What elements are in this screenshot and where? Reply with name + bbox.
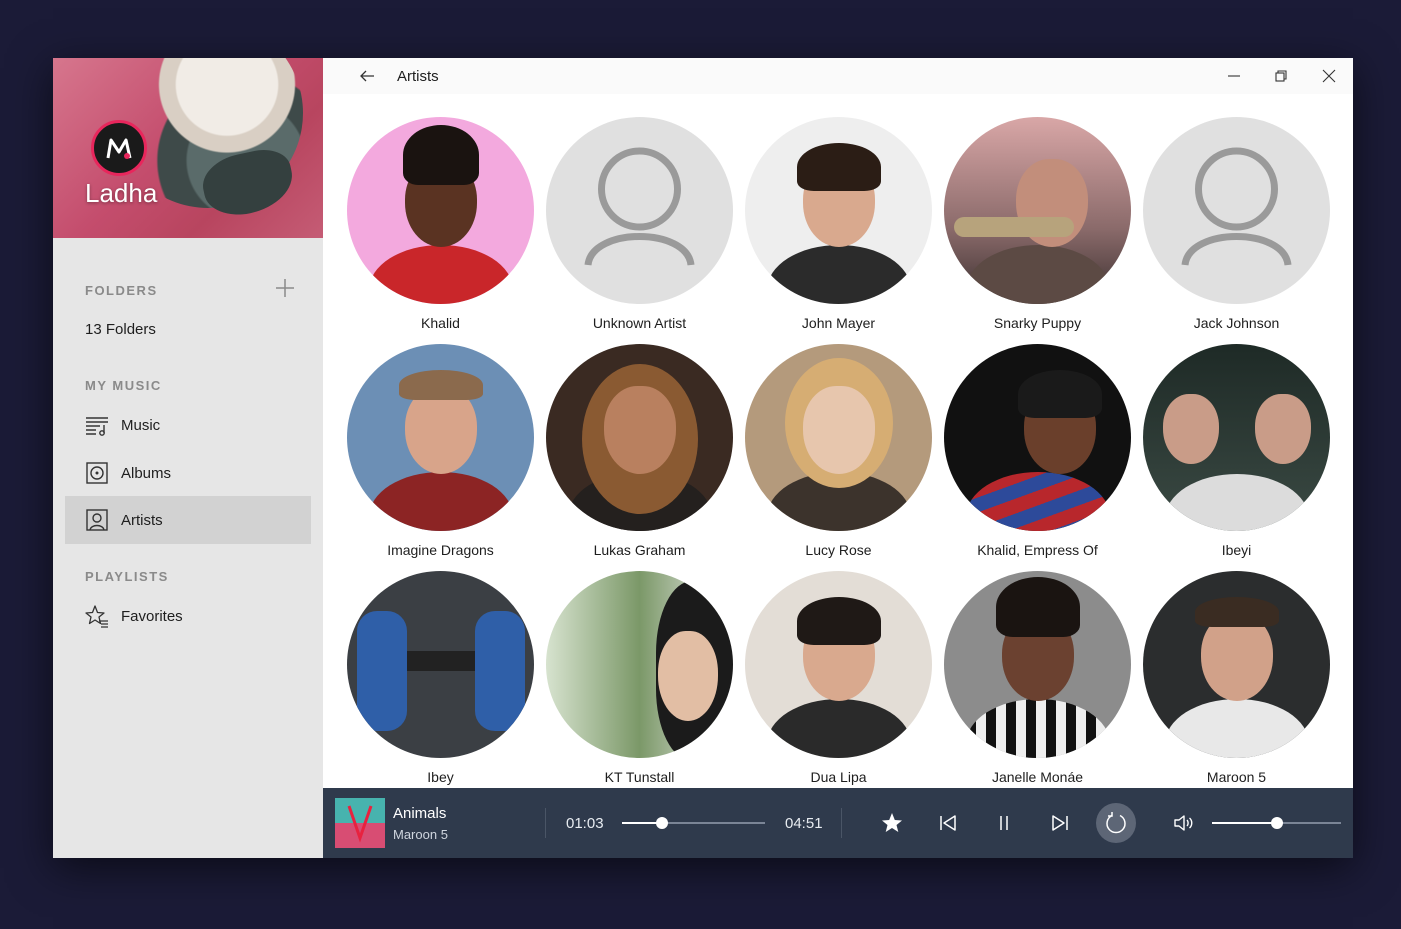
app-logo [91, 120, 147, 176]
album-icon [86, 462, 108, 484]
favorite-button[interactable] [880, 811, 904, 835]
artist-card[interactable]: John Mayer [739, 94, 938, 331]
back-arrow-icon [360, 70, 374, 82]
artist-photo [347, 571, 534, 758]
artist-card[interactable]: Snarky Puppy [938, 94, 1137, 331]
back-button[interactable] [357, 66, 377, 86]
pause-button[interactable] [992, 811, 1016, 835]
artist-icon [86, 509, 108, 531]
artist-photo [944, 344, 1131, 531]
artist-card[interactable]: Ibey [341, 548, 540, 785]
sidebar-item-label: Albums [121, 464, 172, 482]
artist-name: Maroon 5 [1206, 769, 1267, 785]
artist-placeholder [546, 117, 733, 304]
artist-name: Janelle Monáe [991, 769, 1084, 785]
app-title: Ladha [85, 178, 158, 208]
artist-grid: Khalid Unknown Artist John Mayer Snarky … [323, 94, 1353, 788]
artist-photo [745, 117, 932, 304]
my-music-section-label: MY MUSIC [85, 378, 162, 393]
repeat-button[interactable] [1096, 803, 1136, 843]
artist-photo [347, 117, 534, 304]
sidebar-item-label: Favorites [121, 607, 183, 625]
main-panel: Artists Khalid Unknown Artist John Mayer… [323, 58, 1353, 858]
artist-card[interactable]: Maroon 5 [1137, 548, 1336, 785]
add-folder-button[interactable] [275, 278, 295, 298]
volume-icon [1174, 815, 1193, 831]
track-title: Animals [393, 805, 447, 822]
profile-banner: Ladha [53, 58, 323, 238]
folders-section-label: FOLDERS [85, 283, 158, 298]
pause-icon [1000, 816, 1008, 830]
artist-photo [944, 117, 1131, 304]
seek-bar[interactable] [622, 817, 765, 829]
page-title: Artists [397, 68, 439, 85]
title-bar: Artists [323, 58, 1353, 94]
plus-icon [276, 279, 294, 297]
artist-card[interactable]: Janelle Monáe [938, 548, 1137, 785]
sidebar-item-artists[interactable]: Artists [65, 496, 311, 544]
volume-thumb[interactable] [1270, 817, 1283, 829]
music-list-icon [86, 417, 108, 436]
skip-next-icon [1052, 815, 1068, 831]
restore-button[interactable] [1271, 66, 1291, 86]
next-button[interactable] [1048, 811, 1072, 835]
artist-card[interactable]: Khalid, Empress Of [938, 321, 1137, 558]
seek-thumb[interactable] [656, 817, 669, 829]
artist-card[interactable]: Ibeyi [1137, 321, 1336, 558]
artist-photo [745, 571, 932, 758]
artist-photo [347, 344, 534, 531]
artist-photo [1143, 571, 1330, 758]
close-icon [1322, 69, 1336, 83]
app-window: Ladha FOLDERS 13 Folders MY MUSIC Music [53, 58, 1353, 858]
artist-card[interactable]: Jack Johnson [1137, 94, 1336, 331]
artist-card[interactable]: KT Tunstall [540, 548, 739, 785]
restore-icon [1275, 70, 1287, 82]
volume-slider[interactable] [1212, 817, 1341, 829]
artist-photo [546, 344, 733, 531]
sidebar-item-albums[interactable]: Albums [65, 449, 311, 497]
sidebar-item-label: Artists [121, 511, 163, 529]
artist-photo [546, 571, 733, 758]
skip-previous-icon [940, 815, 956, 831]
close-button[interactable] [1319, 66, 1339, 86]
favorites-star-icon [85, 605, 108, 628]
previous-button[interactable] [936, 811, 960, 835]
total-duration: 04:51 [785, 815, 823, 832]
folders-count-link[interactable]: 13 Folders [85, 321, 156, 338]
playlists-section-label: PLAYLISTS [85, 569, 169, 584]
sidebar: Ladha FOLDERS 13 Folders MY MUSIC Music [53, 58, 323, 858]
minimize-icon [1228, 75, 1240, 77]
artist-photo [1143, 344, 1330, 531]
playlist-item-favorites[interactable]: Favorites [65, 592, 311, 640]
star-icon [882, 813, 902, 832]
volume-button[interactable] [1172, 811, 1196, 835]
artist-name: Dua Lipa [810, 769, 867, 785]
album-art[interactable] [335, 798, 385, 848]
sidebar-item-music[interactable]: Music [65, 401, 311, 449]
artist-card[interactable]: Lukas Graham [540, 321, 739, 558]
artist-card[interactable]: Dua Lipa [739, 548, 938, 785]
elapsed-time: 01:03 [566, 815, 604, 832]
artist-name: KT Tunstall [604, 769, 675, 785]
now-playing-bar: Animals Maroon 5 01:03 04:51 [323, 788, 1353, 858]
artist-name: Ibey [427, 769, 454, 785]
album-cover-image [335, 798, 385, 848]
user-placeholder-icon [1181, 147, 1292, 266]
artist-photo [745, 344, 932, 531]
artist-card[interactable]: Lucy Rose [739, 321, 938, 558]
repeat-icon [1106, 812, 1126, 834]
minimize-button[interactable] [1224, 66, 1244, 86]
sidebar-item-label: Music [121, 416, 161, 434]
artist-card[interactable]: Imagine Dragons [341, 321, 540, 558]
artist-card[interactable]: Unknown Artist [540, 94, 739, 331]
user-placeholder-icon [584, 147, 695, 266]
artist-photo [944, 571, 1131, 758]
artist-card[interactable]: Khalid [341, 94, 540, 331]
artist-placeholder [1143, 117, 1330, 304]
track-artist: Maroon 5 [393, 827, 448, 842]
